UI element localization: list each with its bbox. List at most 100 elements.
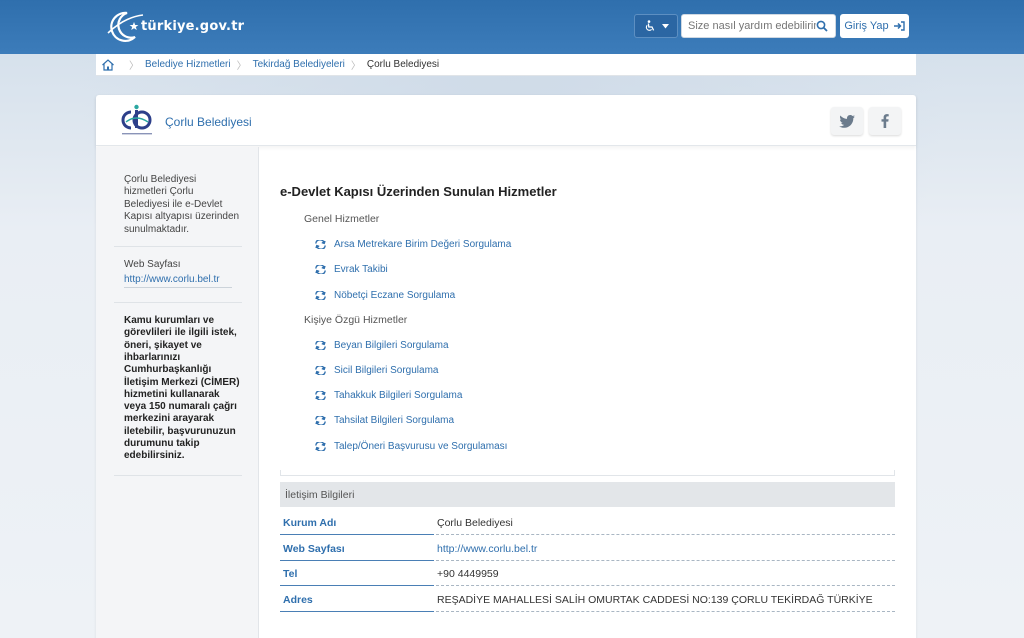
divider — [436, 534, 895, 535]
refresh-icon — [315, 291, 326, 300]
refresh-icon — [315, 391, 326, 400]
sidebar-web-label: Web Sayfası — [124, 259, 181, 271]
crescent-star-icon — [107, 11, 144, 42]
breadcrumb: 〉 Belediye Hizmetleri 〉 Tekirdağ Belediy… — [96, 54, 916, 76]
sidebar-cimer: Kamu kurumları ve görevlileri ile ilgili… — [114, 315, 242, 476]
search-box[interactable] — [681, 14, 836, 38]
divider — [280, 560, 434, 561]
facebook-icon — [881, 114, 889, 128]
contact-key: Web Sayfası — [283, 543, 345, 555]
contact-key: Kurum Adı — [283, 517, 337, 529]
sidebar-cimer-line: veya 150 numaralı çağrı — [124, 401, 237, 413]
service-link[interactable]: Nöbetçi Eczane Sorgulama — [315, 290, 455, 301]
sidebar-cimer-line: edebilirsiniz. — [124, 450, 185, 462]
contact-row: Web Sayfası http://www.corlu.bel.tr — [280, 537, 895, 561]
sidebar-cimer-line: Kamu kurumları ve — [124, 315, 215, 327]
institution-card: Çorlu Belediyesi Çorlu Belediyesi hizmet… — [96, 95, 916, 638]
contact-value: +90 4449959 — [437, 568, 499, 580]
sidebar-intro: Çorlu Belediyesi hizmetleri Çorlu Beledi… — [114, 174, 242, 248]
divider — [436, 611, 895, 612]
contact-value: Çorlu Belediyesi — [437, 517, 513, 529]
service-link[interactable]: Arsa Metrekare Birim Değeri Sorgulama — [315, 239, 511, 250]
contact-row: Kurum Adı Çorlu Belediyesi — [280, 511, 895, 535]
service-label: Tahsilat Bilgileri Sorgulama — [334, 415, 455, 426]
sidebar-cimer-line: durumunu takip — [124, 438, 200, 449]
group-title-kisiye-ozgu: Kişiye Özgü Hizmetler — [304, 314, 408, 326]
contact-key: Adres — [283, 594, 313, 606]
services-title: e-Devlet Kapısı Üzerinden Sunulan Hizmet… — [280, 184, 557, 199]
sidebar-web-link[interactable]: http://www.corlu.bel.tr — [124, 274, 232, 289]
twitter-share-button[interactable] — [831, 107, 863, 135]
contact-web-link[interactable]: http://www.corlu.bel.tr — [437, 543, 537, 555]
home-icon[interactable] — [101, 58, 115, 72]
sidebar-intro-line: Çorlu Belediyesi — [124, 174, 197, 185]
divider — [280, 534, 434, 535]
search-icon[interactable] — [816, 20, 828, 32]
breadcrumb-item-belediye-hizmetleri[interactable]: Belediye Hizmetleri — [145, 59, 231, 70]
sidebar-intro-line: Kapısı altyapısı üzerinden — [124, 211, 240, 223]
sidebar-web: Web Sayfası http://www.corlu.bel.tr — [114, 259, 242, 304]
corlu-municipality-logo — [121, 104, 152, 135]
refresh-icon — [315, 366, 326, 375]
service-label: Arsa Metrekare Birim Değeri Sorgulama — [334, 239, 512, 250]
refresh-icon — [315, 442, 326, 451]
service-label: Tahakkuk Bilgileri Sorgulama — [334, 390, 463, 401]
sidebar-cimer-line: iletebilir, başvurunuzun — [124, 425, 236, 437]
accessibility-button[interactable] — [634, 14, 678, 38]
divider — [436, 560, 895, 561]
search-input[interactable] — [688, 20, 816, 32]
refresh-icon — [315, 265, 326, 274]
sidebar-cimer-line: görevlileri ile ilgili istek, — [124, 327, 237, 339]
breadcrumb-separator: 〉 — [129, 61, 139, 72]
institution-header: Çorlu Belediyesi — [96, 95, 916, 146]
twitter-icon — [839, 114, 855, 128]
sidebar: Çorlu Belediyesi hizmetleri Çorlu Beledi… — [96, 147, 259, 638]
contact-row: Adres REŞADİYE MAHALLESİ SALİH OMURTAK C… — [280, 588, 895, 612]
group-title-genel: Genel Hizmetler — [304, 213, 380, 225]
refresh-icon — [315, 341, 326, 350]
sign-in-icon — [893, 21, 905, 31]
wheelchair-icon — [645, 20, 654, 31]
breadcrumb-item-current: Çorlu Belediyesi — [366, 59, 440, 70]
sidebar-cimer-line: ihbarlarınızı — [124, 351, 181, 363]
service-link[interactable]: Beyan Bilgileri Sorgulama — [315, 340, 449, 351]
services-box-border — [280, 470, 895, 476]
sidebar-cimer-line: öneri, şikayet ve — [124, 339, 202, 351]
service-link[interactable]: Tahsilat Bilgileri Sorgulama — [315, 415, 454, 426]
contact-key: Tel — [283, 568, 298, 580]
logo-text: türkiye.gov.tr — [141, 18, 245, 34]
sidebar-cimer-line: merkezini arayarak — [124, 413, 215, 425]
sidebar-cimer-line: Cumhurbaşkanlığı — [124, 364, 212, 376]
breadcrumb-item-tekirdag-belediyeleri[interactable]: Tekirdağ Belediyeleri — [253, 59, 345, 70]
institution-name[interactable]: Çorlu Belediyesi — [165, 115, 252, 129]
divider — [436, 585, 895, 586]
sidebar-cimer-line: hizmetini kullanarak — [124, 388, 220, 400]
refresh-icon — [315, 416, 326, 425]
facebook-share-button[interactable] — [869, 107, 901, 135]
service-label: Evrak Takibi — [334, 264, 388, 275]
divider — [280, 611, 434, 612]
breadcrumb-separator: 〉 — [236, 61, 247, 72]
service-label: Sicil Bilgileri Sorgulama — [334, 365, 439, 376]
contact-heading: İletişim Bilgileri — [280, 482, 895, 507]
service-link[interactable]: Evrak Takibi — [315, 264, 388, 275]
sidebar-intro-line: Belediyesi ile e-Devlet — [124, 198, 223, 210]
breadcrumb-separator: 〉 — [350, 61, 361, 72]
login-label: Giriş Yap — [844, 20, 889, 32]
contact-row: Tel +90 4449959 — [280, 562, 895, 586]
chevron-down-icon — [661, 23, 669, 28]
service-label: Beyan Bilgileri Sorgulama — [334, 340, 449, 351]
turkiye-gov-logo[interactable]: türkiye.gov.tr — [105, 9, 244, 43]
login-button[interactable]: Giriş Yap — [840, 14, 909, 38]
sidebar-intro-line: hizmetleri Çorlu — [124, 186, 194, 198]
sidebar-cimer-line: İletişim Merkezi (CİMER) — [124, 376, 240, 388]
service-label: Nöbetçi Eczane Sorgulama — [334, 290, 456, 301]
divider — [280, 585, 434, 586]
contact-value: REŞADİYE MAHALLESİ SALİH OMURTAK CADDESİ… — [437, 594, 873, 606]
service-link[interactable]: Sicil Bilgileri Sorgulama — [315, 365, 438, 376]
service-link[interactable]: Talep/Öneri Başvurusu ve Sorgulaması — [315, 441, 507, 452]
service-label: Talep/Öneri Başvurusu ve Sorgulaması — [334, 441, 508, 452]
refresh-icon — [315, 240, 326, 249]
sidebar-intro-line: sunulmaktadır. — [124, 223, 190, 235]
service-link[interactable]: Tahakkuk Bilgileri Sorgulama — [315, 390, 462, 401]
